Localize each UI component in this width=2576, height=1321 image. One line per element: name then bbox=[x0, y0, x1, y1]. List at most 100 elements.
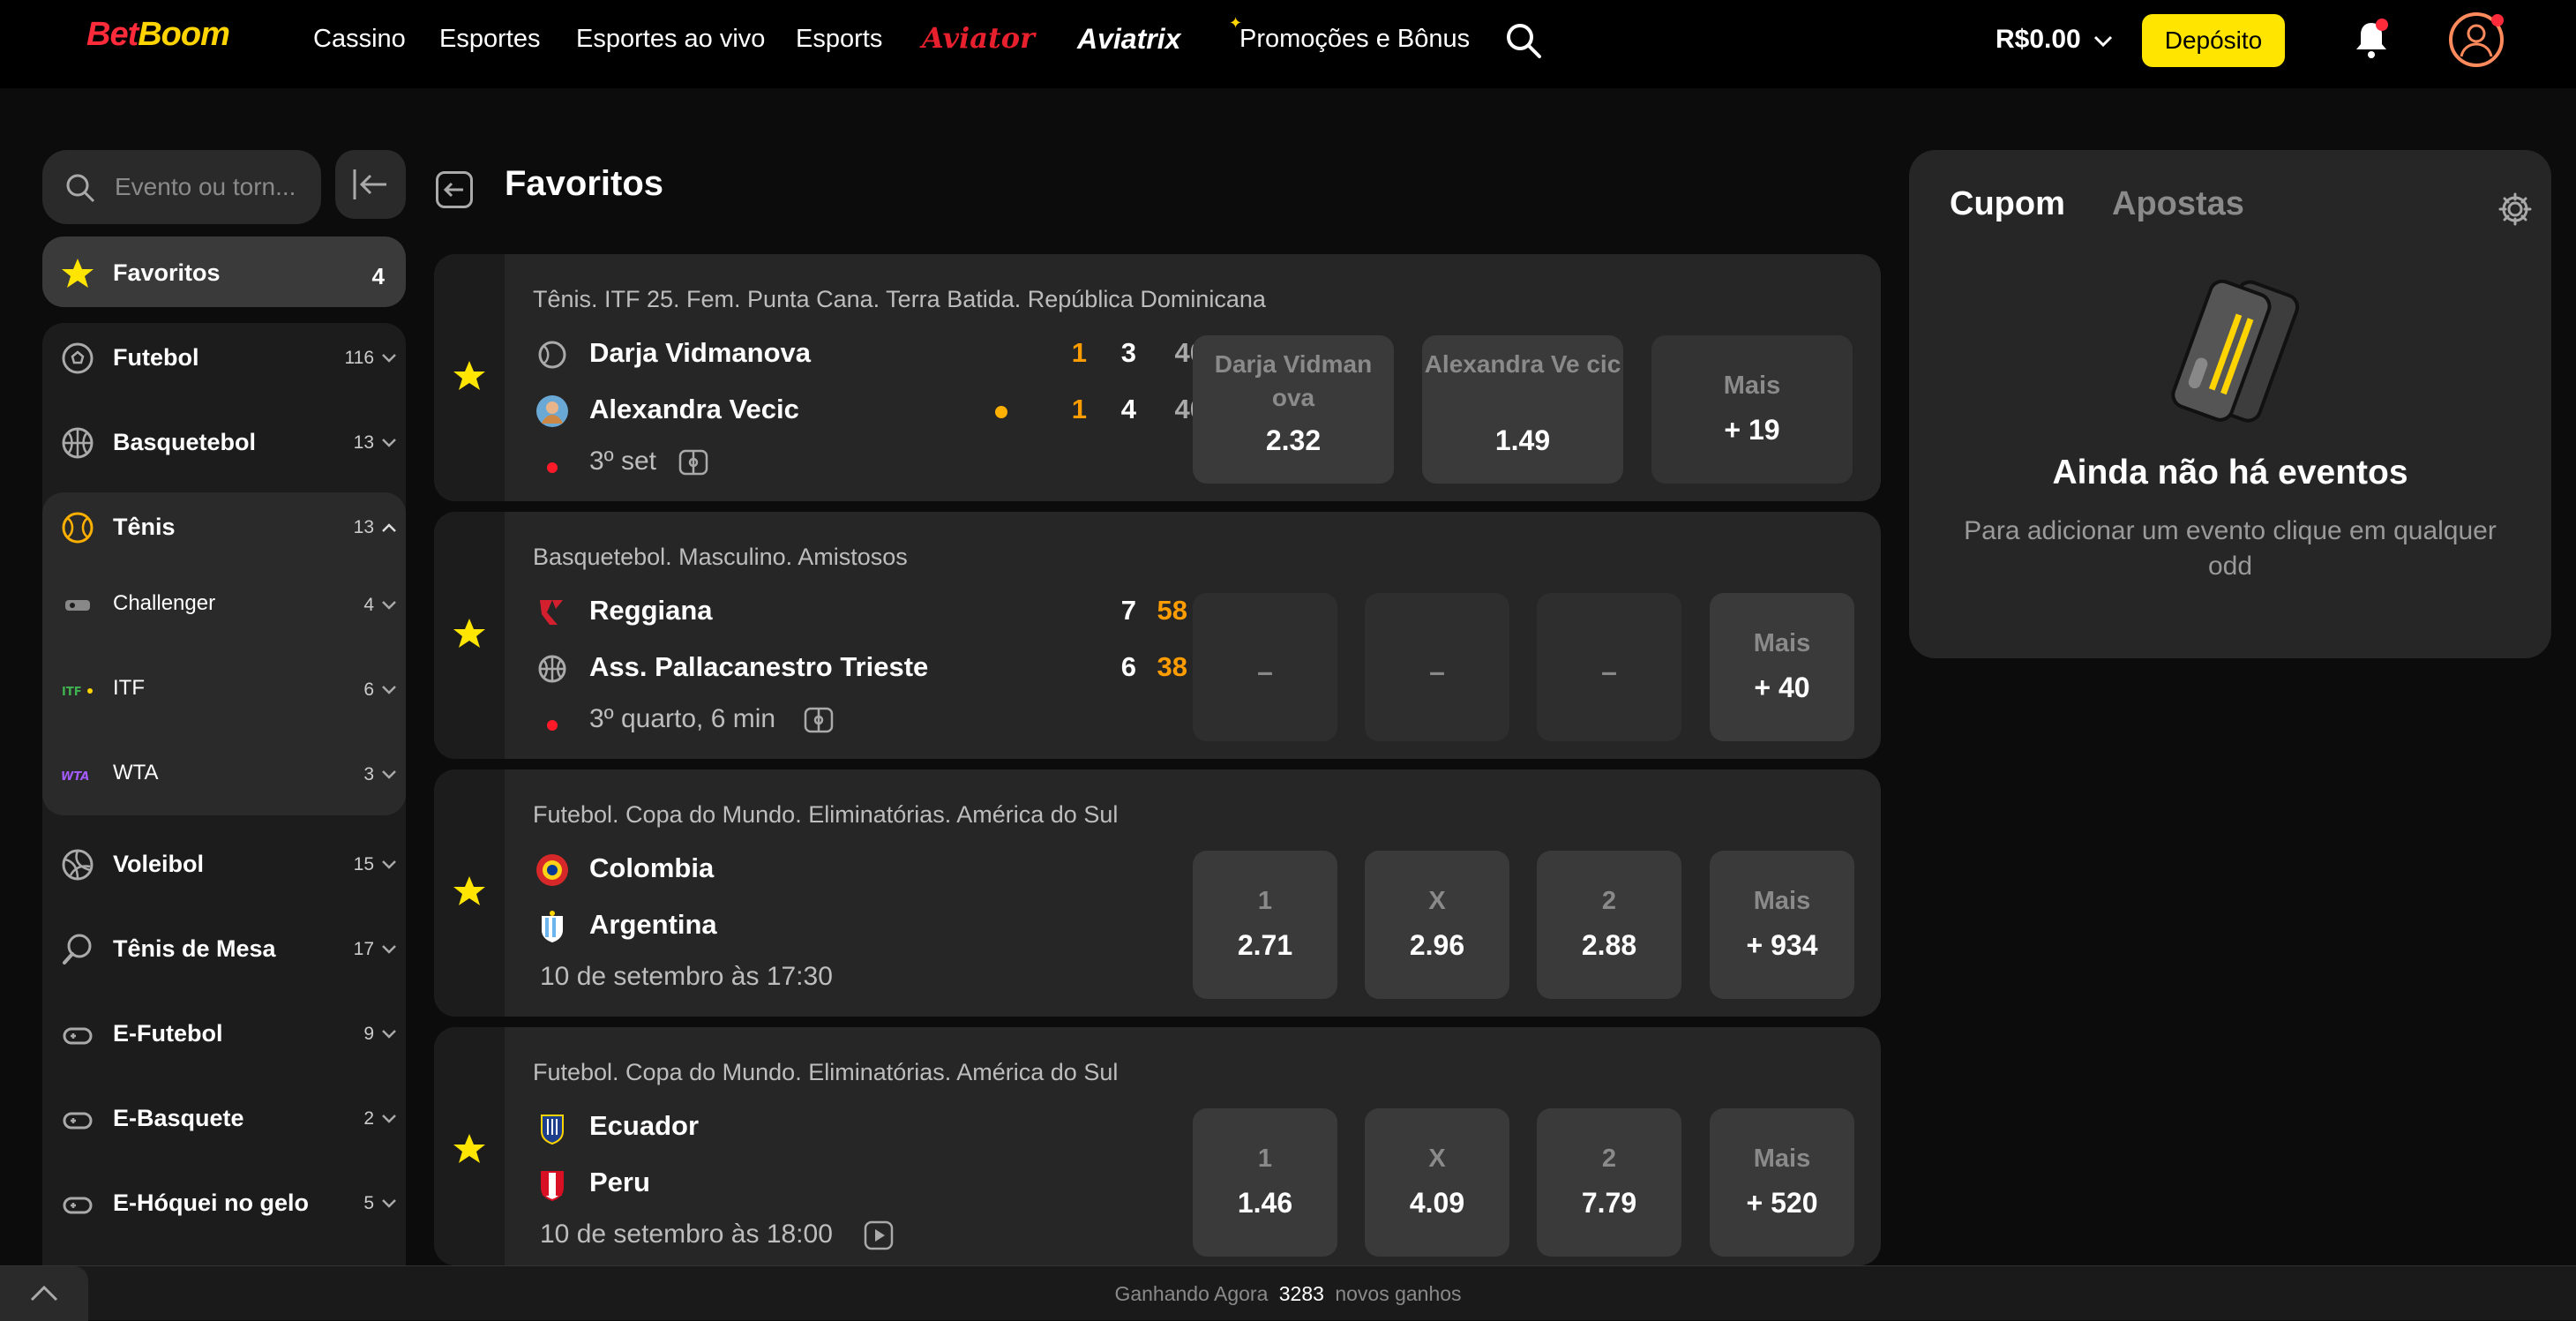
odd-value: 4.09 bbox=[1409, 1187, 1465, 1219]
odd-value: 2.88 bbox=[1581, 929, 1637, 961]
sparkle-icon: ✦ bbox=[1229, 14, 1243, 32]
nav-esportes-ao-vivo[interactable]: Esportes ao vivo bbox=[576, 25, 765, 54]
odd-button-away[interactable]: Alexandra Ve cic 1.49 bbox=[1422, 335, 1623, 484]
more-markets-button[interactable]: Mais + 19 bbox=[1651, 335, 1853, 484]
sidebar-item-label: Favoritos bbox=[113, 259, 221, 286]
tab-apostas[interactable]: Apostas bbox=[2112, 185, 2244, 223]
gamepad-icon bbox=[63, 1027, 93, 1045]
event-search[interactable]: Evento ou torn... bbox=[42, 150, 321, 224]
balance-dropdown[interactable]: R$0.00 bbox=[1996, 25, 2113, 55]
sidebar-item-tenis-de-mesa[interactable]: Tênis de Mesa 17 bbox=[42, 912, 406, 987]
odd-button-1[interactable]: 1 2.71 bbox=[1193, 851, 1337, 999]
collapse-sidebar-button[interactable] bbox=[335, 150, 406, 219]
ticker-prefix: Ganhando Agora bbox=[1114, 1282, 1269, 1305]
ecuador-crest-icon bbox=[541, 1115, 564, 1145]
sidebar-item-label: E-Basquete bbox=[113, 1105, 244, 1131]
sidebar-item-count: 13 bbox=[353, 432, 374, 453]
sidebar-subitem-challenger[interactable]: Challenger 4 bbox=[42, 568, 406, 642]
table-tennis-icon bbox=[63, 934, 92, 964]
favorite-toggle[interactable] bbox=[434, 1027, 505, 1265]
itf-logo-icon: ITF bbox=[62, 686, 93, 699]
odd-button-home[interactable]: Darja Vidman ova 2.32 bbox=[1193, 335, 1394, 484]
scoreboard-icon[interactable] bbox=[678, 447, 709, 478]
team-away: Argentina bbox=[589, 909, 717, 940]
nav-aviator[interactable]: Aviator bbox=[922, 21, 1035, 55]
betboom-logo[interactable]: BetBoom bbox=[86, 16, 230, 54]
more-markets-button[interactable]: Mais + 520 bbox=[1710, 1108, 1854, 1257]
event-status: 3º set bbox=[589, 447, 656, 476]
sidebar-item-tenis[interactable]: Tênis 13 bbox=[42, 491, 406, 565]
tennis-ball-icon bbox=[62, 512, 94, 544]
empty-coupon-text: Para adicionar um evento clique em qualq… bbox=[1964, 516, 2497, 581]
score-games: 4 bbox=[1120, 394, 1136, 424]
score-quarter: 6 bbox=[1120, 651, 1136, 682]
odd-label: Mais bbox=[1723, 372, 1781, 400]
chevron-down-icon bbox=[382, 1030, 396, 1039]
sidebar-subitem-itf[interactable]: ITF ITF 6 bbox=[42, 653, 406, 727]
sidebar-item-e-hoquei[interactable]: E-Hóquei no gelo 5 bbox=[42, 1167, 406, 1241]
odd-button-locked: – bbox=[1193, 593, 1337, 741]
scoreboard-icon[interactable] bbox=[803, 704, 835, 736]
favorite-toggle[interactable] bbox=[434, 512, 505, 759]
nav-esports[interactable]: Esports bbox=[796, 25, 882, 54]
odd-button-2[interactable]: 2 7.79 bbox=[1537, 1108, 1681, 1257]
sidebar-item-e-basquete[interactable]: E-Basquete 2 bbox=[42, 1082, 406, 1156]
bet-slip-panel: Cupom Apostas Ainda não há eventos Para … bbox=[1909, 150, 2551, 658]
score-total: 58 bbox=[1157, 595, 1187, 626]
collapse-left-icon bbox=[353, 169, 386, 199]
arrow-left-icon bbox=[443, 182, 463, 198]
favorite-toggle[interactable] bbox=[434, 769, 505, 1017]
sidebar-item-label: Challenger bbox=[113, 591, 216, 615]
sidebar-item-favoritos[interactable]: Favoritos 4 bbox=[42, 236, 406, 307]
svg-text:WTA: WTA bbox=[61, 770, 89, 784]
star-icon bbox=[453, 876, 485, 905]
bell-icon[interactable] bbox=[2352, 18, 2391, 62]
odd-button-2[interactable]: 2 2.88 bbox=[1537, 851, 1681, 999]
avatar[interactable] bbox=[2449, 12, 2504, 67]
chevron-down-icon bbox=[382, 1115, 396, 1123]
deposit-button[interactable]: Depósito bbox=[2142, 14, 2285, 67]
sidebar-item-label: Tênis de Mesa bbox=[113, 935, 276, 962]
nav-cassino[interactable]: Cassino bbox=[313, 25, 406, 54]
sidebar-item-label: Futebol bbox=[113, 344, 199, 371]
live-dot bbox=[547, 462, 558, 473]
volleyball-icon bbox=[62, 849, 94, 881]
score-quarter: 7 bbox=[1120, 595, 1136, 626]
tab-cupom[interactable]: Cupom bbox=[1950, 185, 2065, 223]
sidebar-item-futebol[interactable]: Futebol 116 bbox=[42, 321, 406, 395]
back-button[interactable] bbox=[436, 171, 473, 208]
sidebar-item-basquetebol[interactable]: Basquetebol 13 bbox=[42, 406, 406, 480]
team-home: Reggiana bbox=[589, 595, 713, 626]
odd-button-x[interactable]: X 4.09 bbox=[1365, 1108, 1509, 1257]
peru-crest-icon bbox=[541, 1171, 564, 1202]
sidebar-item-e-futebol[interactable]: E-Futebol 9 bbox=[42, 997, 406, 1071]
favorite-toggle[interactable] bbox=[434, 254, 505, 501]
chevron-up-icon bbox=[382, 523, 396, 532]
more-markets-button[interactable]: Mais + 40 bbox=[1710, 593, 1854, 741]
odd-button-locked: – bbox=[1537, 593, 1681, 741]
sidebar-item-voleibol[interactable]: Voleibol 15 bbox=[42, 828, 406, 902]
sidebar-subitem-wta[interactable]: WTA WTA 3 bbox=[42, 738, 406, 812]
event-start-time: 10 de setembro às 18:00 bbox=[540, 1220, 833, 1249]
odd-button-x[interactable]: X 2.96 bbox=[1365, 851, 1509, 999]
sidebar-item-count: 2 bbox=[363, 1108, 374, 1129]
odd-button-locked: – bbox=[1365, 593, 1509, 741]
search-icon bbox=[66, 174, 95, 203]
tennis-ball-icon bbox=[538, 341, 566, 369]
event-card: Tênis. ITF 25. Fem. Punta Cana. Terra Ba… bbox=[434, 254, 1881, 501]
search-icon[interactable] bbox=[1504, 21, 1543, 60]
logo-part2: Boom bbox=[138, 16, 230, 53]
odd-label: 2 bbox=[1601, 887, 1617, 915]
sidebar-item-count: 116 bbox=[344, 348, 374, 368]
play-video-icon[interactable] bbox=[863, 1220, 895, 1251]
nav-aviatrix[interactable]: Aviatrix bbox=[1077, 23, 1180, 56]
player-avatar-icon bbox=[536, 395, 568, 427]
nav-promocoes[interactable]: Promoções e Bônus bbox=[1239, 25, 1470, 54]
odd-button-1[interactable]: 1 1.46 bbox=[1193, 1108, 1337, 1257]
nav-esportes[interactable]: Esportes bbox=[439, 25, 540, 54]
sidebar-item-count: 9 bbox=[363, 1024, 374, 1044]
gear-icon[interactable] bbox=[2497, 191, 2534, 228]
more-markets-button[interactable]: Mais + 934 bbox=[1710, 851, 1854, 999]
odd-value: + 934 bbox=[1746, 929, 1818, 961]
sidebar-item-count: 6 bbox=[363, 679, 374, 700]
